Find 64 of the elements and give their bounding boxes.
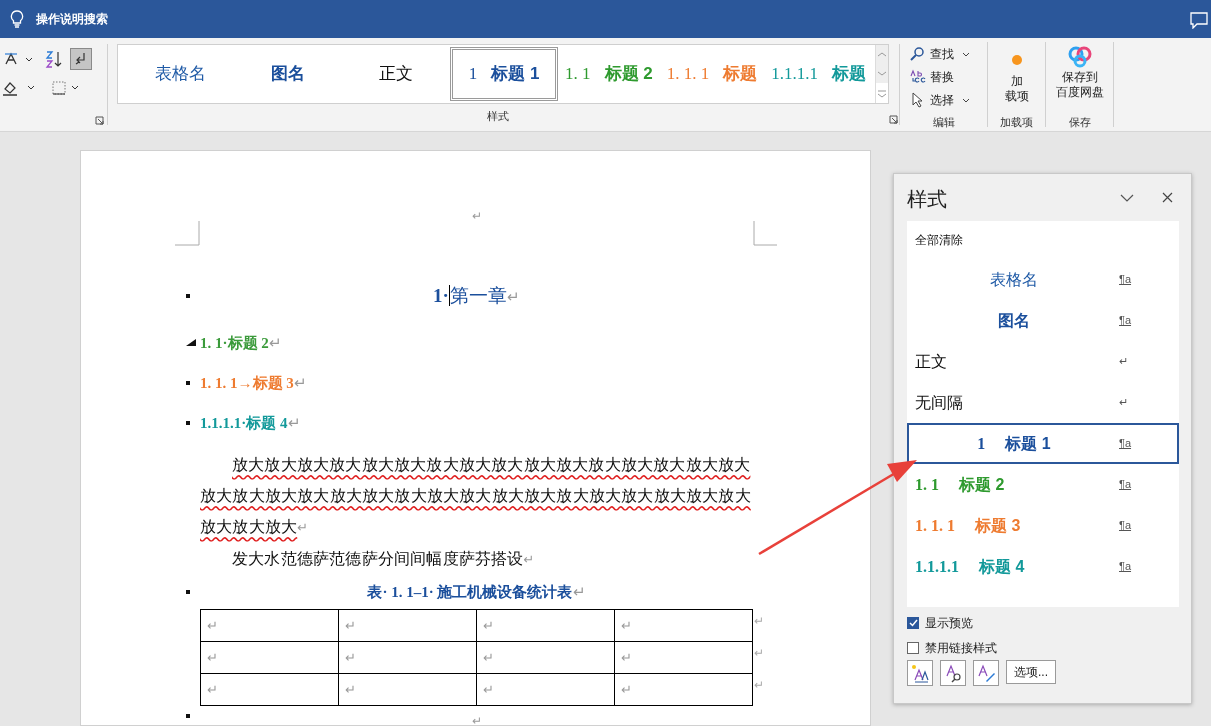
format-mark-icon <box>186 590 190 594</box>
style-gallery-item[interactable]: 图名 <box>234 47 342 101</box>
search-hint[interactable]: 操作说明搜索 <box>36 10 108 28</box>
cloud-rings-icon <box>1066 46 1093 68</box>
checkbox-label: 禁用链接样式 <box>925 640 997 657</box>
style-gallery-item[interactable]: 1.1.1.1 标题 <box>764 47 873 101</box>
row-end-mark: ↵ <box>753 645 764 662</box>
addins-button[interactable]: 加 载项 <box>1004 42 1029 104</box>
heading-text: 1.1.1.1·标题 4↵ <box>200 413 301 433</box>
checkbox[interactable] <box>907 617 919 629</box>
group-label: 保存 <box>1067 114 1092 130</box>
heading-text: 1·第一章↵ <box>432 283 521 308</box>
replace-icon <box>910 69 926 85</box>
heading-text: 1. 1·标题 2↵ <box>200 333 282 353</box>
group-label: 样式 <box>486 108 510 124</box>
group-label: 编辑 <box>931 114 956 130</box>
new-style-button[interactable] <box>907 660 933 686</box>
dialog-launcher-icon[interactable] <box>95 116 104 125</box>
row-end-mark: ↵ <box>753 613 764 630</box>
return-arrow-icon <box>74 52 88 66</box>
format-mark-icon <box>186 421 190 425</box>
check-icon <box>908 619 918 627</box>
style-gallery-item[interactable]: 1. 1 标题 2 <box>558 47 660 101</box>
search-icon <box>910 46 926 62</box>
body-paragraph: 放大放大放大放大放大放大放大放大放大放大放大放大放大放大放大放大放大放大放大放大放大放大放大放大放大放大放大放大放大放大放大放大放大放大放大放大↵ <box>200 454 752 538</box>
clear-all-item[interactable]: 全部清除 <box>907 221 1179 259</box>
editing-button[interactable]: 替换 <box>910 67 987 87</box>
style-icon <box>910 663 930 683</box>
format-mark-icon <box>186 381 190 385</box>
editing-button[interactable]: 选择 <box>910 90 987 110</box>
paragraph-mark: ↵ <box>470 713 483 725</box>
style-icon <box>976 663 996 683</box>
checkbox[interactable] <box>907 642 919 654</box>
save-to-cloud-button[interactable]: 保存到 百度网盘 <box>1055 42 1104 100</box>
paragraph-mark: ↵ <box>470 208 483 225</box>
style-gallery-item[interactable]: 表格名 <box>126 47 234 101</box>
heading-text: 1. 1. 1→标题 3↵ <box>200 373 307 393</box>
checkbox-label: 显示预览 <box>925 615 973 632</box>
style-icon <box>943 663 963 683</box>
format-mark-icon <box>186 714 190 718</box>
table-caption: 表· 1. 1–1· 施工机械设备统计表↵ <box>366 582 587 602</box>
row-end-mark: ↵ <box>753 677 764 694</box>
close-icon[interactable] <box>1162 192 1173 203</box>
sort-icon[interactable] <box>44 50 62 68</box>
body-paragraph: 发大水范德萨范德萨分间间幅度萨芬搭设↵ <box>231 548 536 570</box>
style-list-item[interactable]: 1 标题 1 ¶a <box>907 423 1179 464</box>
format-mark-icon <box>186 294 190 298</box>
show-marks-button[interactable] <box>70 48 92 70</box>
comment-icon[interactable] <box>1190 12 1208 29</box>
crop-mark-icon <box>753 221 778 246</box>
collapse-chevron-icon[interactable] <box>1120 194 1134 202</box>
style-gallery-item[interactable]: 正文 <box>342 47 450 101</box>
group-label: 加载项 <box>999 114 1034 130</box>
collapse-triangle-icon[interactable] <box>186 339 196 347</box>
crop-mark-icon <box>175 221 200 246</box>
options-button[interactable]: 选项... <box>1006 660 1056 684</box>
manage-styles-button[interactable] <box>973 660 999 686</box>
lightbulb-icon <box>10 10 24 28</box>
style-gallery-item[interactable]: 1 标题 1 <box>450 47 558 101</box>
addin-icon <box>1010 54 1023 66</box>
style-inspector-button[interactable] <box>940 660 966 686</box>
pane-title: 样式 <box>907 187 947 212</box>
dialog-launcher-icon[interactable] <box>889 115 898 124</box>
editing-button[interactable]: 查找 <box>910 44 987 64</box>
